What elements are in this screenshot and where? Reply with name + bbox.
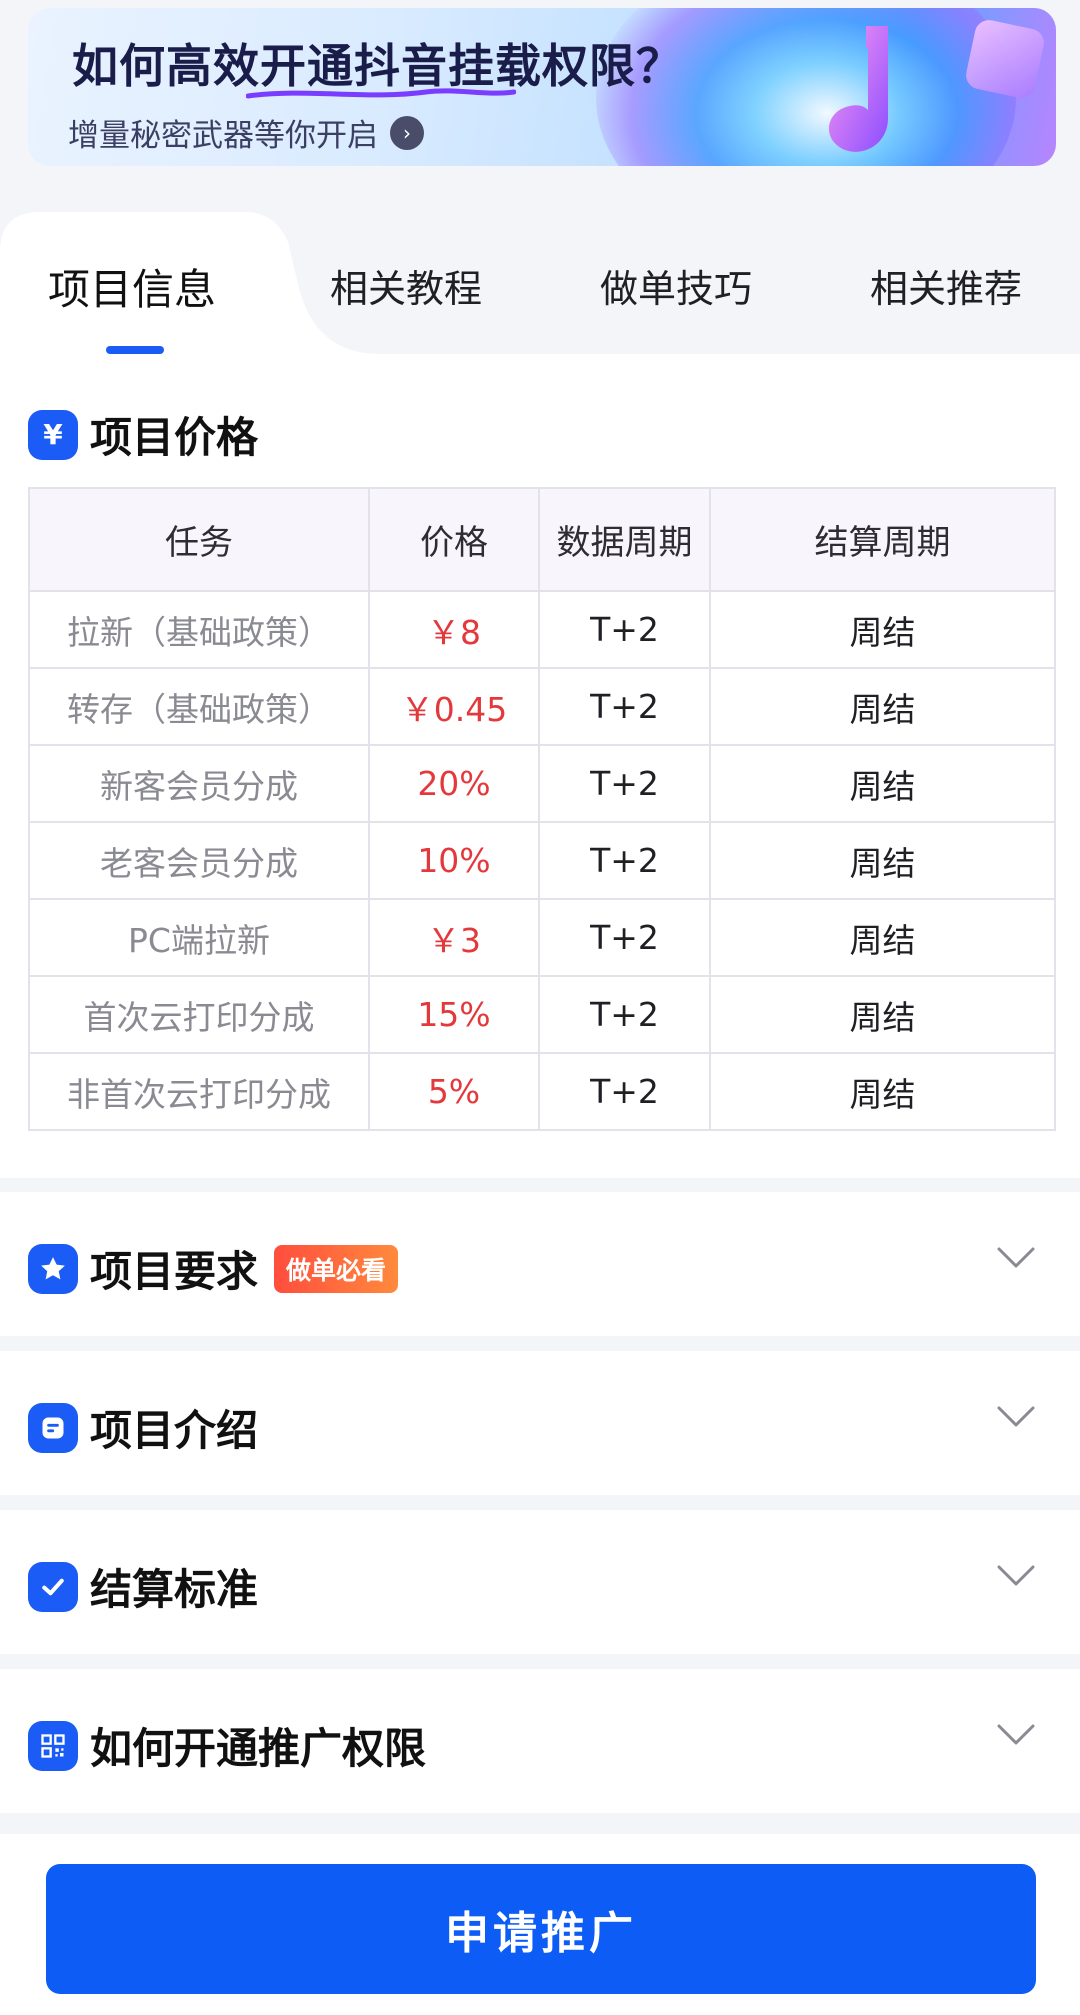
data-cycle-cell: T+2 — [538, 821, 711, 900]
bottom-action-bar: 申请推广 — [0, 1834, 1080, 2015]
chevron-down-icon[interactable] — [996, 1405, 1036, 1429]
table-row: 转存（基础政策） ￥0.45 T+2 周结 — [28, 667, 1056, 746]
price-cell: 5% — [368, 1052, 540, 1131]
tab-recommendations[interactable]: 相关推荐 — [870, 258, 1022, 313]
check-icon — [28, 1561, 78, 1612]
settle-cycle-cell: 周结 — [709, 667, 1056, 746]
price-table: 任务 价格 数据周期 结算周期 拉新（基础政策） ￥8 T+2 周结 转存（基础… — [28, 487, 1056, 1131]
price-cell: 20% — [368, 744, 540, 823]
settle-cycle-cell: 周结 — [709, 975, 1056, 1054]
data-cycle-cell: T+2 — [538, 1052, 711, 1131]
table-row: 拉新（基础政策） ￥8 T+2 周结 — [28, 590, 1056, 669]
task-cell: 新客会员分成 — [28, 744, 370, 823]
price-cell: ￥0.45 — [368, 667, 540, 746]
tab-tutorials[interactable]: 相关教程 — [330, 258, 482, 313]
table-row: 老客会员分成 10% T+2 周结 — [28, 821, 1056, 900]
price-section: ¥ 项目价格 任务 价格 数据周期 结算周期 拉新（基础政策） ￥8 T+2 周… — [0, 354, 1080, 1178]
price-table-header-row: 任务 价格 数据周期 结算周期 — [28, 487, 1056, 592]
banner-subtitle: 增量秘密武器等你开启 — [68, 118, 378, 154]
section-header: 项目介绍 — [28, 1397, 258, 1458]
table-row: 首次云打印分成 15% T+2 周结 — [28, 975, 1056, 1054]
price-section-header: ¥ 项目价格 — [28, 404, 258, 465]
data-cycle-cell: T+2 — [538, 590, 711, 669]
section-header: 结算标准 — [28, 1556, 258, 1617]
banner-cube-decoration — [963, 17, 1047, 101]
table-row: 新客会员分成 20% T+2 周结 — [28, 744, 1056, 823]
price-cell: 15% — [368, 975, 540, 1054]
section-title: 项目要求 — [90, 1247, 259, 1296]
price-section-title: 项目价格 — [90, 413, 259, 462]
table-row: 非首次云打印分成 5% T+2 周结 — [28, 1052, 1056, 1131]
yen-icon: ¥ — [28, 409, 78, 460]
active-tab-indicator — [106, 346, 164, 354]
must-read-badge: 做单必看 — [274, 1244, 399, 1293]
price-cell: ￥8 — [368, 590, 540, 669]
section-header: 如何开通推广权限 — [28, 1715, 426, 1776]
task-cell: 老客会员分成 — [28, 821, 370, 900]
apply-promotion-button[interactable]: 申请推广 — [46, 1864, 1036, 1994]
section-title: 如何开通推广权限 — [90, 1724, 427, 1773]
header-settle-cycle: 结算周期 — [709, 487, 1056, 592]
task-cell: 非首次云打印分成 — [28, 1052, 370, 1131]
data-cycle-cell: T+2 — [538, 667, 711, 746]
promo-banner[interactable]: 如何高效开通抖音挂载权限？ 增量秘密武器等你开启 › — [28, 8, 1056, 166]
section-how-to-enable[interactable]: 如何开通推广权限 — [0, 1669, 1080, 1813]
chevron-down-icon[interactable] — [996, 1564, 1036, 1588]
data-cycle-cell: T+2 — [538, 975, 711, 1054]
chevron-right-icon[interactable]: › — [390, 115, 424, 150]
music-note-icon — [828, 26, 888, 152]
task-cell: PC端拉新 — [28, 898, 370, 977]
header-data-cycle: 数据周期 — [538, 487, 711, 592]
banner-subtitle-row: 增量秘密武器等你开启 › — [68, 110, 424, 155]
qr-code-icon — [28, 1720, 78, 1771]
star-icon — [28, 1243, 78, 1294]
header-task: 任务 — [28, 487, 370, 592]
section-project-requirements[interactable]: 项目要求 做单必看 — [0, 1192, 1080, 1336]
table-row: PC端拉新 ￥3 T+2 周结 — [28, 898, 1056, 977]
data-cycle-cell: T+2 — [538, 744, 711, 823]
chevron-down-icon[interactable] — [996, 1723, 1036, 1747]
document-icon — [28, 1402, 78, 1453]
task-cell: 拉新（基础政策） — [28, 590, 370, 669]
settle-cycle-cell: 周结 — [709, 898, 1056, 977]
price-cell: ￥3 — [368, 898, 540, 977]
header-price: 价格 — [368, 487, 540, 592]
section-title: 项目介绍 — [90, 1406, 259, 1455]
settle-cycle-cell: 周结 — [709, 590, 1056, 669]
task-cell: 首次云打印分成 — [28, 975, 370, 1054]
settle-cycle-cell: 周结 — [709, 821, 1056, 900]
banner-underline-decoration — [246, 88, 516, 99]
chevron-down-icon[interactable] — [996, 1246, 1036, 1270]
tab-bar: 项目信息 相关教程 做单技巧 相关推荐 — [0, 212, 1080, 354]
section-project-intro[interactable]: 项目介绍 — [0, 1351, 1080, 1495]
tab-project-info[interactable]: 项目信息 — [48, 256, 216, 317]
settle-cycle-cell: 周结 — [709, 744, 1056, 823]
settle-cycle-cell: 周结 — [709, 1052, 1056, 1131]
data-cycle-cell: T+2 — [538, 898, 711, 977]
price-cell: 10% — [368, 821, 540, 900]
section-settlement-standard[interactable]: 结算标准 — [0, 1510, 1080, 1654]
task-cell: 转存（基础政策） — [28, 667, 370, 746]
section-title: 结算标准 — [90, 1565, 259, 1614]
tab-tips[interactable]: 做单技巧 — [600, 258, 752, 313]
section-header: 项目要求 做单必看 — [28, 1238, 399, 1299]
